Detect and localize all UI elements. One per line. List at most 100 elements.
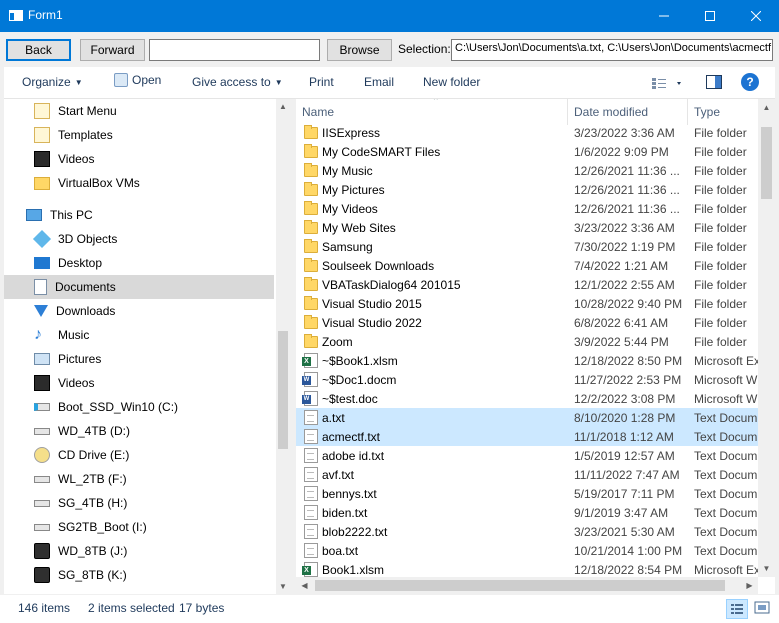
file-scrollbar[interactable]: ▲ ▼ xyxy=(758,99,775,577)
file-row[interactable]: biden.txt 9/1/2019 3:47 AM Text Docum xyxy=(296,503,758,522)
nav-item[interactable]: 3D Objects xyxy=(4,227,274,251)
file-type: File folder xyxy=(694,240,747,254)
new-folder-button[interactable]: New folder xyxy=(423,75,480,89)
nav-item[interactable]: SG_4TB (H:) xyxy=(4,491,274,515)
file-row[interactable]: ~$Book1.xlsm 12/18/2022 8:50 PM Microsoft … xyxy=(296,351,758,370)
file-list: ⌃ Name Date modified Type IISExpress 3/23… xyxy=(296,99,775,594)
path-input[interactable] xyxy=(149,39,320,61)
back-button[interactable]: Back xyxy=(6,39,71,61)
nav-item[interactable]: SG2TB_Boot (I:) xyxy=(4,515,274,539)
email-button[interactable]: Email xyxy=(364,75,394,89)
file-row[interactable]: My Music 12/26/2021 11:36 ... File folder xyxy=(296,161,758,180)
browse-button[interactable]: Browse xyxy=(327,39,392,61)
file-row[interactable]: VBATaskDialog64 201015 12/1/2022 2:55 AM F… xyxy=(296,275,758,294)
scroll-left-arrow[interactable]: ◀ xyxy=(296,577,313,594)
scroll-down-arrow[interactable]: ▼ xyxy=(276,579,290,593)
file-row[interactable]: adobe id.txt 1/5/2019 12:57 AM Text Docum xyxy=(296,446,758,465)
file-name: Samsung xyxy=(322,240,373,254)
nav-item[interactable]: Videos xyxy=(4,371,274,395)
maximize-button[interactable] xyxy=(687,0,733,32)
nav-item[interactable]: WL_2TB (F:) xyxy=(4,467,274,491)
file-row[interactable]: Visual Studio 2022 6/8/2022 6:41 AM File f… xyxy=(296,313,758,332)
selection-field[interactable]: C:\Users\Jon\Documents\a.txt, C:\Users\J… xyxy=(451,39,773,61)
drive-icon xyxy=(34,499,50,507)
nav-item[interactable]: Templates xyxy=(4,123,274,147)
file-row[interactable]: Visual Studio 2015 10/28/2022 9:40 PM File… xyxy=(296,294,758,313)
column-header-name[interactable]: Name xyxy=(296,99,568,125)
open-label: Open xyxy=(132,73,162,87)
file-hscrollbar-thumb[interactable] xyxy=(315,580,725,591)
chevron-down-icon: ▼ xyxy=(274,77,283,87)
nav-item[interactable]: ♪ Music xyxy=(4,323,274,347)
nav-item[interactable]: Downloads xyxy=(4,299,274,323)
file-date: 9/1/2019 3:47 AM xyxy=(574,506,669,520)
open-button[interactable]: Open xyxy=(114,73,161,87)
chevron-down-icon: ▼ xyxy=(74,77,83,87)
forward-button[interactable]: Forward xyxy=(80,39,145,61)
preview-pane-button[interactable] xyxy=(706,75,722,92)
details-view-toggle[interactable] xyxy=(726,599,748,619)
file-row[interactable]: bennys.txt 5/19/2017 7:11 PM Text Docum xyxy=(296,484,758,503)
nav-item[interactable]: Videos xyxy=(4,147,274,171)
column-header-type[interactable]: Type xyxy=(688,99,758,125)
file-name: a.txt xyxy=(322,411,345,425)
folder-icon xyxy=(304,239,318,253)
minimize-button[interactable] xyxy=(641,0,687,32)
window-icon xyxy=(9,10,23,21)
file-row[interactable]: acmectf.txt 11/1/2018 1:12 AM Text Docum xyxy=(296,427,758,446)
file-row[interactable]: avf.txt 11/11/2022 7:47 AM Text Docum xyxy=(296,465,758,484)
view-options-button[interactable] xyxy=(651,76,685,93)
scroll-up-arrow[interactable]: ▲ xyxy=(276,99,290,113)
file-row[interactable]: Samsung 7/30/2022 1:19 PM File folder xyxy=(296,237,758,256)
file-name: boa.txt xyxy=(322,544,359,558)
nav-item[interactable]: Desktop xyxy=(4,251,274,275)
file-hscrollbar[interactable]: ◀ ▶ xyxy=(296,577,758,594)
nav-item[interactable]: SG_8TB (K:) xyxy=(4,563,274,587)
file-row[interactable]: ~$test.doc 12/2/2022 3:08 PM Microsoft W xyxy=(296,389,758,408)
nav-item[interactable]: Boot_SSD_Win10 (C:) xyxy=(4,395,274,419)
file-row[interactable]: ~$Doc1.docm 11/27/2022 2:53 PM Microsoft W xyxy=(296,370,758,389)
nav-item-label: Downloads xyxy=(56,304,116,318)
file-row[interactable]: a.txt 8/10/2020 1:28 PM Text Docum xyxy=(296,408,758,427)
nav-scrollbar[interactable]: ▲ ▼ xyxy=(276,99,290,594)
scroll-down-arrow[interactable]: ▼ xyxy=(758,560,775,577)
nav-item[interactable]: Start Menu xyxy=(4,99,274,123)
file-date: 12/18/2022 8:50 PM xyxy=(574,354,683,368)
file-date: 11/27/2022 2:53 PM xyxy=(574,373,682,387)
close-button[interactable] xyxy=(733,0,779,32)
scroll-right-arrow[interactable]: ▶ xyxy=(741,577,758,594)
nav-item[interactable]: This PC xyxy=(4,203,274,227)
file-date: 3/23/2022 3:36 AM xyxy=(574,126,675,140)
videos-icon xyxy=(34,375,50,391)
file-row[interactable]: Soulseek Downloads 7/4/2022 1:21 AM File f… xyxy=(296,256,758,275)
organize-menu[interactable]: Organize ▼ xyxy=(22,75,83,89)
nav-item[interactable]: Documents xyxy=(4,275,274,299)
give-access-menu[interactable]: Give access to ▼ xyxy=(192,75,283,89)
file-name: My Web Sites xyxy=(322,221,396,235)
word-file-icon xyxy=(302,372,318,387)
file-row[interactable]: boa.txt 10/21/2014 1:00 PM Text Docum xyxy=(296,541,758,560)
file-row[interactable]: My Web Sites 3/23/2022 3:36 AM File folder xyxy=(296,218,758,237)
file-type: File folder xyxy=(694,164,747,178)
nav-scrollbar-thumb[interactable] xyxy=(278,331,288,449)
help-button[interactable]: ? xyxy=(741,73,759,91)
download-icon xyxy=(34,305,48,317)
file-row[interactable]: My Videos 12/26/2021 11:36 ... File folder xyxy=(296,199,758,218)
nav-item[interactable]: WD_4TB (D:) xyxy=(4,419,274,443)
print-button[interactable]: Print xyxy=(309,75,334,89)
file-row[interactable]: My Pictures 12/26/2021 11:36 ... File fold… xyxy=(296,180,758,199)
file-row[interactable]: My CodeSMART Files 1/6/2022 9:09 PM File f… xyxy=(296,142,758,161)
file-row[interactable]: IISExpress 3/23/2022 3:36 AM File folder xyxy=(296,123,758,142)
file-row[interactable]: Zoom 3/9/2022 5:44 PM File folder xyxy=(296,332,758,351)
large-icons-view-toggle[interactable] xyxy=(752,599,774,619)
open-icon xyxy=(114,73,128,87)
nav-item[interactable]: WD_8TB (J:) xyxy=(4,539,274,563)
nav-item[interactable]: VirtualBox VMs xyxy=(4,171,274,195)
nav-item[interactable]: Pictures xyxy=(4,347,274,371)
pictures-folder-icon xyxy=(304,182,318,196)
nav-item[interactable]: CD Drive (E:) xyxy=(4,443,274,467)
file-row[interactable]: blob2222.txt 3/23/2021 5:30 AM Text Docum xyxy=(296,522,758,541)
scroll-up-arrow[interactable]: ▲ xyxy=(758,99,775,116)
column-header-date[interactable]: Date modified xyxy=(568,99,688,125)
file-scrollbar-thumb[interactable] xyxy=(761,127,772,199)
